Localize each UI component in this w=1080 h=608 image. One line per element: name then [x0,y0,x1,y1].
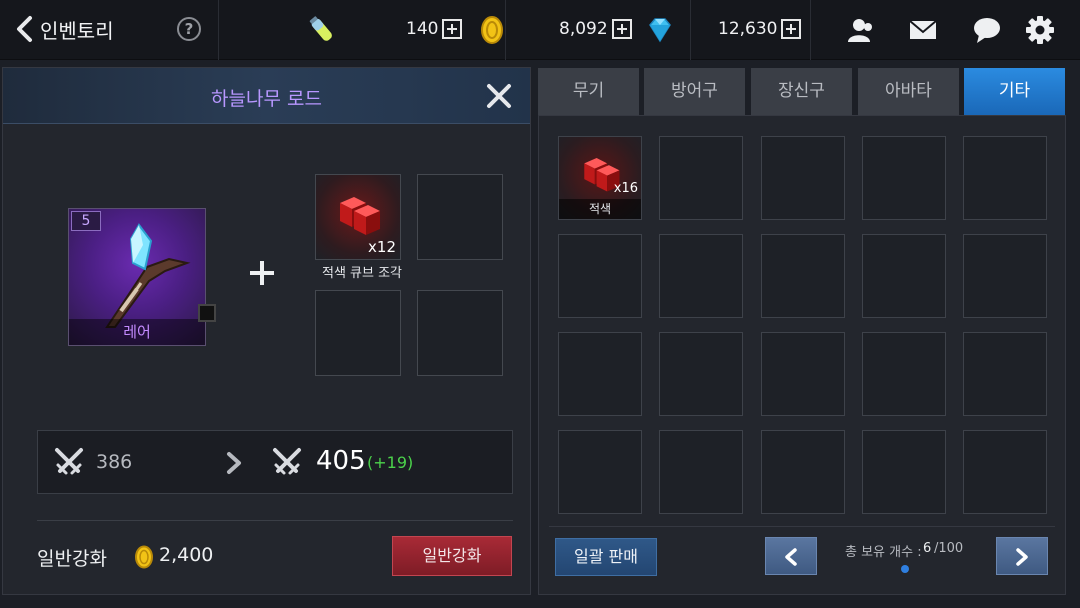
tab-armor[interactable]: 방어구 [644,68,745,115]
material-quantity: x12 [368,238,396,256]
inventory-slot[interactable] [963,332,1047,416]
inventory-slot[interactable] [862,234,946,318]
current-attack-value: 386 [96,451,133,473]
gold-value: 8,092 [559,19,608,39]
arrow-right-icon [227,452,241,474]
inventory-slot[interactable] [862,430,946,514]
inventory-slot[interactable] [862,332,946,416]
inventory-slot[interactable] [963,430,1047,514]
divider [549,526,1055,527]
material-slot-2[interactable] [417,174,503,260]
enhance-panel-header: 하늘나무 로드 [3,68,530,124]
enhance-type-label: 일반강화 [37,548,107,570]
chevron-left-icon [17,16,32,42]
item-count-value: 6 [923,541,932,556]
inventory-slot[interactable] [659,332,743,416]
gold-counter: 8,092 [559,14,632,44]
inventory-slot[interactable] [659,430,743,514]
item-name: 하늘나무 로드 [211,88,322,110]
tab-avatar[interactable]: 아바타 [858,68,959,115]
mail-icon[interactable] [907,14,939,46]
gem-icon [649,18,671,43]
close-icon[interactable] [485,82,513,110]
red-cube-icon [340,197,380,235]
item-level: 5 [71,211,101,231]
inventory-slot[interactable] [761,332,845,416]
inventory-slot[interactable] [862,136,946,220]
add-stamina-button[interactable] [442,19,463,39]
item-count-max: /100 [934,541,964,556]
back-button[interactable]: 인벤토리 [14,14,114,44]
chevron-left-icon [785,548,797,566]
item-name: 적색 [559,199,641,219]
gem-counter: 12,630 [718,14,802,44]
add-gem-button[interactable] [781,19,802,39]
enhance-cost: 2,400 [159,544,214,566]
enhance-panel: 하늘나무 로드 5 레어 x12 적색 큐브 조각 386 405 (+19) … [2,67,531,595]
inventory-slot[interactable] [761,234,845,318]
stamina-counter: 140 [406,14,463,44]
next-page-button[interactable] [996,537,1048,575]
inventory-slot[interactable] [963,136,1047,220]
stamina-value: 140 [406,19,439,39]
inventory-slot[interactable] [659,136,743,220]
inventory-tabs: 무기 방어구 장신구 아바타 기타 [538,68,1066,116]
tab-weapons[interactable]: 무기 [538,68,639,115]
tab-etc[interactable]: 기타 [964,68,1065,115]
settings-gear-icon[interactable] [1024,14,1056,46]
inventory-slot[interactable] [963,234,1047,318]
material-slot-3[interactable] [315,290,401,376]
item-count-label: 총 보유 개수 : [845,545,922,560]
material-name: 적색 큐브 조각 [321,266,403,281]
material-slot-4[interactable] [417,290,503,376]
inventory-slot[interactable] [558,234,642,318]
divider [218,0,219,60]
divider [505,0,506,60]
chat-icon[interactable] [971,14,1003,46]
gem-value: 12,630 [718,19,778,39]
tab-accessories[interactable]: 장신구 [751,68,852,115]
gold-coin-icon [135,545,153,569]
inventory-slot[interactable] [761,430,845,514]
inventory-slot[interactable] [761,136,845,220]
next-attack-value: 405 [316,446,366,476]
attack-bonus: (+19) [367,453,414,472]
inventory-panel: x16 적색 일괄 판매 총 보유 개수 : 6 /100 [538,115,1066,595]
inventory-slot[interactable]: x16 적색 [558,136,642,220]
chevron-right-icon [1016,548,1028,566]
inventory-slot[interactable] [659,234,743,318]
stamina-potion-icon [309,16,332,41]
divider [37,520,513,521]
gold-coin-icon [481,16,503,44]
add-gold-button[interactable] [611,19,632,39]
bulk-sell-button[interactable]: 일괄 판매 [555,538,657,576]
page-indicator-dot [901,565,909,573]
inventory-slot[interactable] [558,332,642,416]
lock-toggle[interactable] [198,304,216,322]
staff-icon [105,223,191,328]
item-rarity: 레어 [69,319,205,345]
divider [690,0,691,60]
help-button[interactable]: ? [177,17,201,41]
top-bar: 인벤토리 ? 140 8,092 12,630 [0,0,1080,60]
prev-page-button[interactable] [765,537,817,575]
plus-icon [250,261,274,285]
material-slot-1[interactable]: x12 [315,174,401,260]
divider [810,0,811,60]
stat-comparison: 386 405 (+19) [37,430,513,494]
attack-swords-icon [55,448,83,475]
page-title: 인벤토리 [40,18,114,43]
attack-swords-icon [273,448,301,475]
enhance-button[interactable]: 일반강화 [392,536,512,576]
target-item-slot[interactable]: 5 레어 [68,208,206,346]
friends-icon[interactable] [845,14,877,46]
inventory-slot[interactable] [558,430,642,514]
item-quantity: x16 [613,181,638,196]
